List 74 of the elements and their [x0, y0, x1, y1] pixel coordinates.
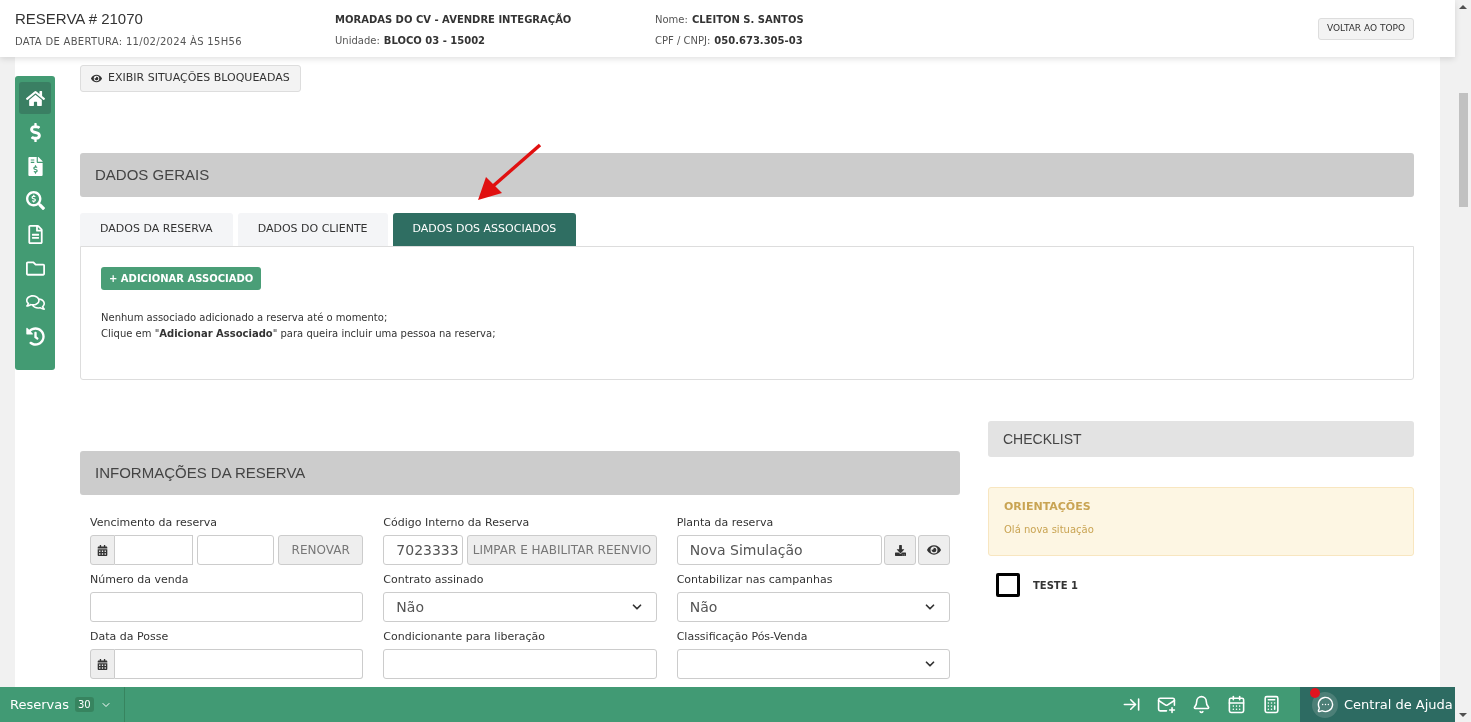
calendar-icon — [97, 658, 108, 670]
notice-title: ORIENTAÇÕES — [1004, 499, 1092, 515]
search-dollar-icon — [25, 190, 45, 210]
unit-label: Unidade: — [335, 34, 380, 48]
name-label: Nome: — [655, 13, 688, 27]
clear-resend-button[interactable]: LIMPAR E HABILITAR REENVIO — [467, 535, 657, 565]
section-title: DADOS GERAIS — [95, 164, 210, 185]
calculator-icon[interactable] — [1262, 695, 1281, 714]
side-menu-item[interactable] — [19, 82, 51, 114]
calendar-icon — [97, 544, 108, 556]
view-button[interactable] — [918, 535, 950, 565]
date-input[interactable] — [115, 649, 364, 679]
reservations-label: Reservas — [10, 695, 69, 714]
bell-icon[interactable] — [1192, 695, 1211, 714]
plan-input[interactable]: Nova Simulação — [676, 535, 882, 565]
arrow-to-line-icon[interactable] — [1122, 695, 1141, 714]
field-label: Data da Posse — [90, 630, 170, 644]
empty-message: Nenhum associado adicionado a reserva até o momento; — [101, 311, 389, 325]
help-center-button[interactable]: Central de Ajuda — [1300, 687, 1455, 722]
chat-icon — [25, 292, 45, 312]
invoice-icon — [25, 156, 45, 176]
document-icon — [25, 224, 45, 244]
select-field[interactable] — [676, 649, 950, 679]
field-label: Condicionante para liberação — [383, 630, 546, 644]
notice-text: Olá nova situação — [1004, 522, 1095, 537]
select-field[interactable]: Não — [676, 592, 950, 622]
checklist-item-label: TESTE 1 — [1033, 578, 1078, 593]
checkbox[interactable] — [996, 573, 1020, 597]
show-blocked-button[interactable]: EXIBIR SITUAÇÕES BLOQUEADAS — [80, 65, 301, 92]
field-label: Vencimento da reserva — [90, 516, 219, 530]
document-label: CPF / CNPJ: — [655, 34, 711, 48]
download-button[interactable] — [884, 535, 916, 565]
back-to-top-button[interactable]: VOLTAR AO TOPO — [1318, 18, 1414, 40]
empty-message: Clique em "Adicionar Associado" para queira incluir uma pessoa na reserva; — [101, 327, 497, 341]
field-label: Classificação Pós-Venda — [676, 630, 809, 644]
calendar-addon[interactable] — [90, 649, 115, 679]
client-name: CLEITON S. SANTOS — [691, 13, 804, 27]
mail-icon[interactable] — [1157, 695, 1176, 714]
unit-value: BLOCO 03 - 15002 — [383, 34, 486, 48]
project-name: MORADAS DO CV - AVENDRE INTEGRAÇÃO — [335, 12, 573, 27]
scroll-down-icon — [1459, 713, 1467, 717]
tab[interactable]: DADOS DA RESERVA — [80, 213, 233, 246]
document-number: 050.673.305-03 — [714, 34, 803, 48]
select-field[interactable]: Não — [383, 592, 657, 622]
download-icon — [894, 544, 906, 556]
scroll-up-icon — [1459, 5, 1467, 9]
section-title: INFORMAÇÕES DA RESERVA — [95, 462, 306, 483]
history-icon — [25, 326, 45, 346]
date-input[interactable] — [115, 535, 193, 565]
tab[interactable]: DADOS DOS ASSOCIADOS — [392, 213, 577, 246]
reservations-count: 30 — [75, 697, 94, 712]
reservation-title: RESERVA # 21070 — [15, 10, 144, 28]
tab[interactable]: DADOS DO CLIENTE — [237, 213, 388, 246]
folder-icon — [25, 258, 45, 278]
eye-icon — [91, 73, 102, 84]
home-icon — [25, 88, 45, 108]
scrollbar-thumb[interactable] — [1458, 93, 1468, 207]
text-input[interactable] — [90, 592, 364, 622]
field-label: Planta da reserva — [676, 516, 775, 530]
field-label: Contabilizar nas campanhas — [676, 573, 834, 587]
opening-date: DATA DE ABERTURA: 11/02/2024 ÀS 15H56 — [15, 34, 243, 49]
text-input[interactable] — [383, 649, 657, 679]
eye-icon — [927, 543, 941, 557]
chat-bubble-icon — [1312, 691, 1338, 718]
reservations-button[interactable]: Reservas 30 — [0, 687, 125, 722]
field-label: Contrato assinado — [383, 573, 485, 587]
renew-button[interactable]: RENOVAR — [278, 535, 364, 565]
field-label: Número da venda — [90, 573, 190, 587]
code-input[interactable]: 7023333 — [383, 535, 464, 565]
calendar-icon[interactable] — [1227, 695, 1246, 714]
date-input[interactable] — [197, 535, 274, 565]
calendar-addon[interactable] — [90, 535, 115, 565]
section-title: CHECKLIST — [1003, 429, 1082, 449]
field-label: Código Interno da Reserva — [383, 516, 531, 530]
